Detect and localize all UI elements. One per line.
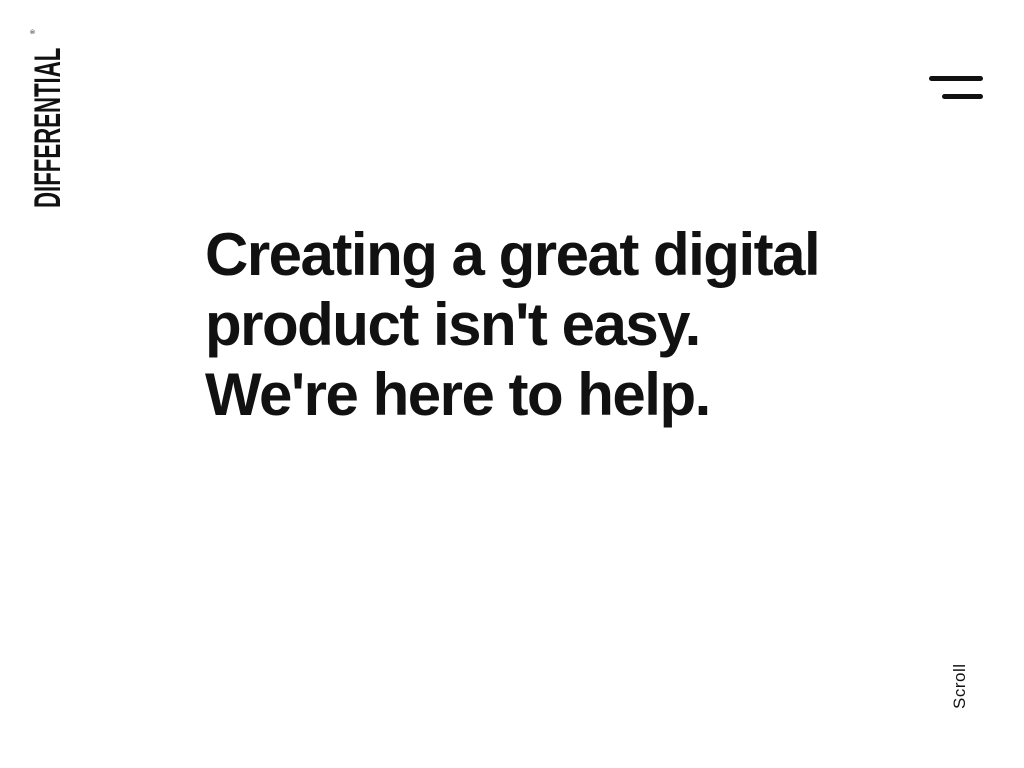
menu-button[interactable]: [926, 72, 986, 106]
hamburger-menu-icon: [929, 76, 983, 81]
brand-logo-text: DIFFERENTIAL: [27, 47, 68, 208]
hero-headline: Creating a great digital product isn't e…: [205, 221, 821, 428]
brand-logo[interactable]: DIFFERENTIAL ®: [27, 0, 68, 208]
hamburger-menu-icon-line: [942, 94, 983, 99]
scroll-indicator[interactable]: Scroll: [950, 663, 969, 709]
registered-trademark-mark: ®: [31, 29, 37, 34]
